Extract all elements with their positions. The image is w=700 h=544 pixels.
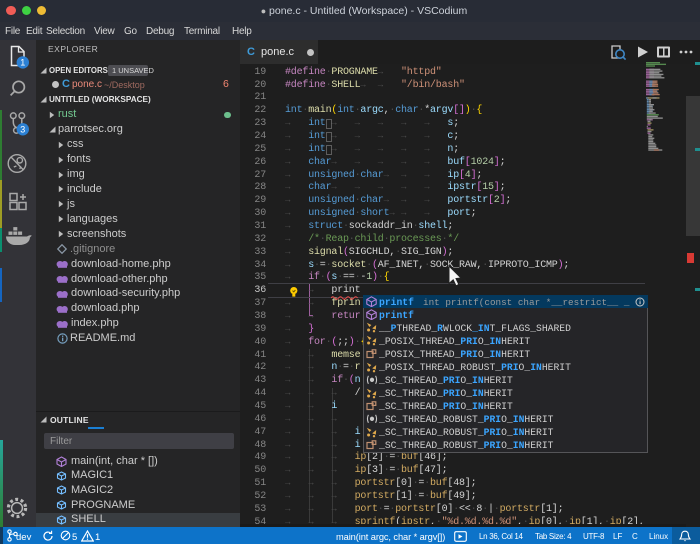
- svg-text:1: 1: [20, 58, 25, 68]
- svg-text:3: 3: [20, 125, 25, 135]
